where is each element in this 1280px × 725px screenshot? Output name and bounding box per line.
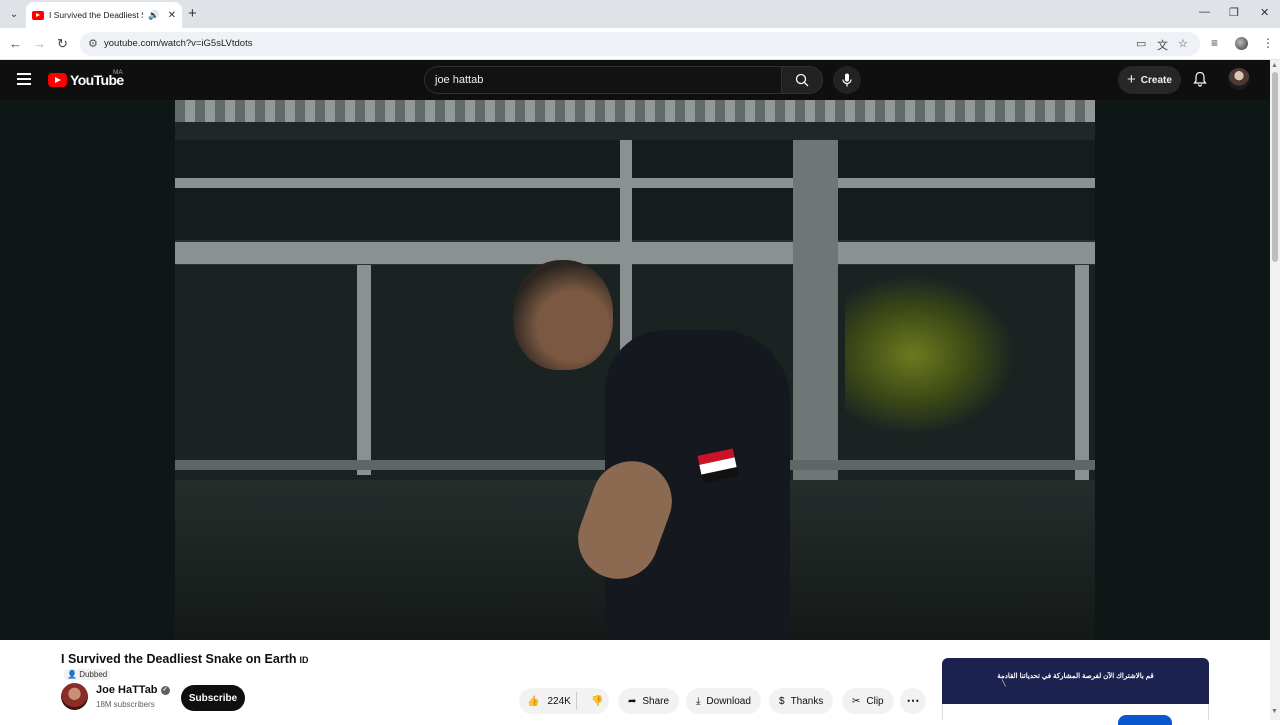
subscriber-count: 18M subscribers <box>96 700 155 709</box>
video-scene-post <box>357 265 371 475</box>
tab-title: I Survived the Deadliest Snake <box>49 10 143 20</box>
browser-toolbar: ← → ↻ ⚙ youtube.com/watch?v=iG5sLVtdots … <box>0 28 1280 60</box>
reading-list-icon[interactable]: ≡ <box>1211 36 1218 50</box>
url-text[interactable]: youtube.com/watch?v=iG5sLVtdots <box>104 38 252 49</box>
search-input[interactable]: joe hattab <box>424 66 781 94</box>
thanks-label: Thanks <box>790 695 824 707</box>
address-bar[interactable]: ⚙ youtube.com/watch?v=iG5sLVtdots ▭ 文 ☆ <box>80 32 1200 56</box>
share-arrow-icon: ➦ <box>628 695 637 707</box>
share-label: Share <box>642 695 670 707</box>
page-scrollbar[interactable]: ▲ ▼ <box>1270 60 1280 720</box>
clip-label: Clip <box>866 695 884 707</box>
thanks-dollar-icon: $ <box>779 695 785 707</box>
back-icon[interactable]: ← <box>9 36 22 51</box>
bell-icon <box>1193 71 1207 87</box>
video-title-text: I Survived the Deadliest Snake on Earth <box>61 652 297 666</box>
video-frame[interactable] <box>175 100 1095 640</box>
like-dislike-group: 👍 224K 👎 <box>519 688 609 714</box>
dubbed-badge: 👤 Dubbed <box>64 669 111 680</box>
create-label: Create <box>1140 74 1172 86</box>
browser-tab-active[interactable]: I Survived the Deadliest Snake 🔊 ✕ <box>26 2 182 28</box>
video-scene-plants <box>845 275 1015 435</box>
thumbs-up-icon: 👍 <box>527 695 540 707</box>
youtube-play-logo-icon <box>48 73 67 87</box>
translate-icon[interactable]: 文 <box>1157 37 1168 53</box>
video-scene-window-upper <box>175 140 1095 240</box>
dislike-button[interactable]: 👎 <box>583 696 603 707</box>
search-button[interactable] <box>781 66 823 94</box>
window-close-icon[interactable]: ✕ <box>1260 6 1269 19</box>
video-info: I Survived the Deadliest Snake on Earth I… <box>0 640 1270 725</box>
download-label: Download <box>706 695 751 707</box>
voice-search-button[interactable] <box>833 66 861 94</box>
country-code: MA <box>113 69 123 76</box>
ad-banner[interactable]: قم بالاشتراك الآن لفرصة المشاركة في تحدي… <box>942 658 1209 704</box>
browser-profile-avatar[interactable] <box>1235 37 1248 50</box>
minimize-icon[interactable]: — <box>1199 6 1210 18</box>
youtube-favicon-icon <box>32 10 44 20</box>
scissors-icon: ✂ <box>852 695 861 707</box>
tab-audio-icon[interactable]: 🔊 <box>148 10 159 21</box>
download-icon: ⤓ <box>696 695 701 707</box>
id-badge: ID <box>299 655 309 665</box>
tab-close-icon[interactable]: ✕ <box>168 10 176 21</box>
video-scene-roof <box>175 100 1095 122</box>
share-button[interactable]: ➦ Share <box>618 688 680 714</box>
subscribe-button[interactable]: Subscribe <box>181 685 245 711</box>
clip-button[interactable]: ✂ Clip <box>842 688 894 714</box>
ad-logo-icon: ╲ <box>1002 681 1006 687</box>
video-scene-person-head <box>513 260 613 370</box>
install-app-icon[interactable]: ▭ <box>1136 37 1146 50</box>
browser-tabstrip: ⌄ I Survived the Deadliest Snake 🔊 ✕ + —… <box>0 0 1280 28</box>
video-scene-rail <box>175 178 1095 188</box>
video-player[interactable] <box>0 100 1270 640</box>
channel-name-text: Joe HaTTab <box>96 684 158 696</box>
verified-check-icon: ✓ <box>160 685 170 695</box>
youtube-page: YouTube MA joe hattab + Create I Survive… <box>0 60 1270 725</box>
video-scene-rail <box>175 242 1095 264</box>
ad-headline: قم بالاشتراك الآن لفرصة المشاركة في تحدي… <box>997 673 1154 680</box>
channel-avatar[interactable] <box>61 683 88 710</box>
reload-icon[interactable]: ↻ <box>57 36 68 52</box>
scroll-up-icon[interactable]: ▲ <box>1271 62 1278 69</box>
search-icon <box>795 73 809 87</box>
forward-icon[interactable]: → <box>33 36 46 51</box>
masthead: YouTube MA joe hattab + Create <box>0 60 1270 100</box>
scroll-thumb[interactable] <box>1272 72 1278 262</box>
download-button[interactable]: ⤓ Download <box>686 688 761 714</box>
site-info-icon[interactable]: ⚙ <box>88 37 98 50</box>
plus-icon: + <box>1127 70 1136 88</box>
create-button[interactable]: + Create <box>1118 66 1181 94</box>
dubbed-label: Dubbed <box>79 670 108 679</box>
new-tab-button[interactable]: + <box>188 5 197 22</box>
video-title: I Survived the Deadliest Snake on Earth I… <box>61 652 309 666</box>
account-avatar[interactable] <box>1228 68 1250 90</box>
restore-icon[interactable]: ❐ <box>1229 6 1239 19</box>
thumbs-down-icon: 👎 <box>591 695 604 707</box>
guide-menu-icon[interactable] <box>17 73 31 85</box>
channel-name[interactable]: Joe HaTTab ✓ <box>96 684 170 696</box>
search-query: joe hattab <box>435 74 484 86</box>
tab-search-chevron-icon[interactable]: ⌄ <box>4 4 24 24</box>
microphone-icon <box>842 73 852 87</box>
browser-menu-icon[interactable]: ⋮ <box>1262 36 1274 50</box>
thanks-button[interactable]: $ Thanks <box>769 688 834 714</box>
more-actions-button[interactable]: ⋯ <box>900 688 926 714</box>
scroll-down-icon[interactable]: ▼ <box>1271 708 1278 715</box>
bookmark-star-icon[interactable]: ☆ <box>1178 37 1188 50</box>
notifications-button[interactable] <box>1193 71 1207 92</box>
ad-cta-button[interactable] <box>1118 715 1172 725</box>
like-count: 224K <box>547 695 571 707</box>
like-button[interactable]: 👍 224K <box>519 692 577 710</box>
dubbed-person-icon: 👤 <box>67 670 77 679</box>
